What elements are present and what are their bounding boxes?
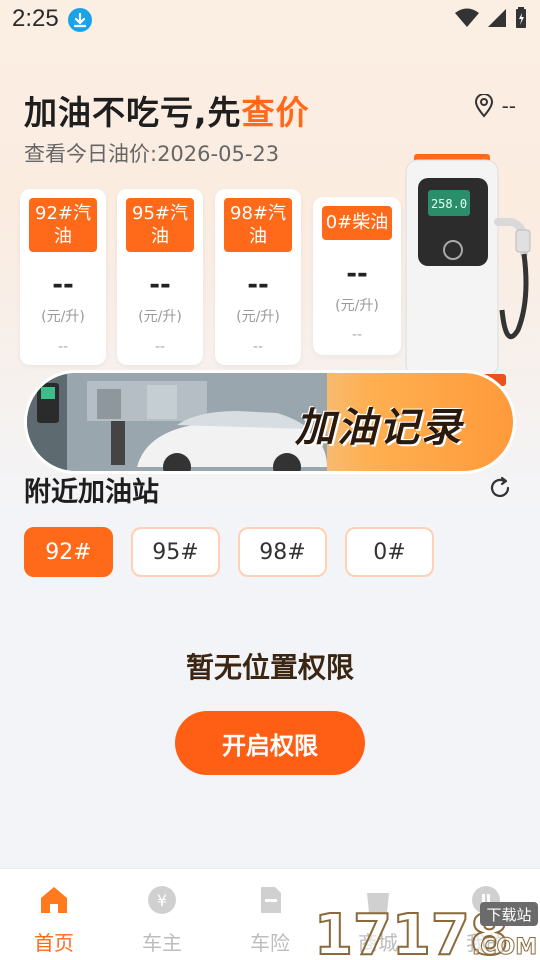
nearby-stations-title: 附近加油站 xyxy=(24,477,159,508)
document-icon xyxy=(261,887,281,913)
headline-text: 加油不吃亏,先 xyxy=(24,93,242,132)
refuel-record-banner[interactable]: 加油记录 xyxy=(24,370,516,474)
banner-title: 加油记录 xyxy=(295,405,463,451)
fuel-label: 95#汽油 xyxy=(126,198,194,252)
price-card-95[interactable]: 95#汽油 -- (元/升) -- xyxy=(117,189,203,365)
headline-highlight: 查价 xyxy=(241,93,310,132)
price-change: -- xyxy=(252,339,264,355)
site-watermark: 17178 .COM 下载站 xyxy=(313,902,538,960)
fuel-label: 92#汽油 xyxy=(29,198,97,252)
home-icon xyxy=(41,887,67,913)
fuel-label: 0#柴油 xyxy=(322,206,392,240)
signal-icon xyxy=(488,9,506,27)
price-card-92[interactable]: 92#汽油 -- (元/升) -- xyxy=(20,189,106,365)
price-change: -- xyxy=(351,327,363,343)
system-icons xyxy=(454,6,528,30)
price-unit: (元/升) xyxy=(335,298,379,314)
pump-display-text: 258.0 xyxy=(431,197,467,211)
fuel-price: -- xyxy=(149,270,171,300)
refresh-icon[interactable] xyxy=(488,476,512,500)
fuel-price: -- xyxy=(52,270,74,300)
fuel-price: -- xyxy=(346,259,368,289)
page-headline: 加油不吃亏,先查价 xyxy=(24,86,310,134)
price-unit: (元/升) xyxy=(138,309,182,325)
watermark-suffix: .COM xyxy=(472,935,537,960)
battery-icon xyxy=(516,7,526,28)
price-unit: (元/升) xyxy=(41,309,85,325)
nav-home[interactable]: 首页 xyxy=(0,883,108,956)
enable-permission-button[interactable]: 开启权限 xyxy=(175,711,365,775)
fuel-label: 98#汽油 xyxy=(224,198,292,252)
download-icon xyxy=(68,8,92,32)
price-unit: (元/升) xyxy=(236,309,280,325)
fuel-tab-0[interactable]: 0# xyxy=(345,527,434,577)
wifi-icon xyxy=(455,8,479,27)
fuel-price: -- xyxy=(247,270,269,300)
yuan-icon: ¥ xyxy=(148,886,176,914)
status-bar: 2:25 xyxy=(0,0,540,40)
fuel-pump-illustration: 258.0 xyxy=(398,154,531,386)
car-charging-image xyxy=(27,373,327,471)
fuel-tab-98[interactable]: 98# xyxy=(238,527,327,577)
no-location-permission-message: 暂无位置权限 xyxy=(185,651,354,684)
location-selector[interactable]: -- xyxy=(474,94,516,118)
nav-insurance[interactable]: 车险 xyxy=(216,883,324,956)
price-date: 查看今日油价:2026-05-23 xyxy=(24,142,280,166)
location-pin-icon xyxy=(474,94,493,118)
location-value: -- xyxy=(501,94,516,118)
fuel-tab-92[interactable]: 92# xyxy=(24,527,113,577)
nav-label: 车主 xyxy=(142,931,182,955)
price-card-98[interactable]: 98#汽油 -- (元/升) -- xyxy=(215,189,301,365)
price-change: -- xyxy=(57,339,69,355)
svg-text:¥: ¥ xyxy=(157,891,167,910)
fuel-tab-95[interactable]: 95# xyxy=(131,527,220,577)
watermark-badge: 下载站 xyxy=(486,906,531,924)
status-time: 2:25 xyxy=(12,5,59,32)
nav-label: 车险 xyxy=(250,931,290,955)
nav-label: 首页 xyxy=(34,931,74,955)
nav-owner[interactable]: ¥ 车主 xyxy=(108,883,216,956)
price-card-0-diesel[interactable]: 0#柴油 -- (元/升) -- xyxy=(313,197,401,355)
price-change: -- xyxy=(154,339,166,355)
fuel-type-tabs: 92# 95# 98# 0# xyxy=(24,527,434,577)
